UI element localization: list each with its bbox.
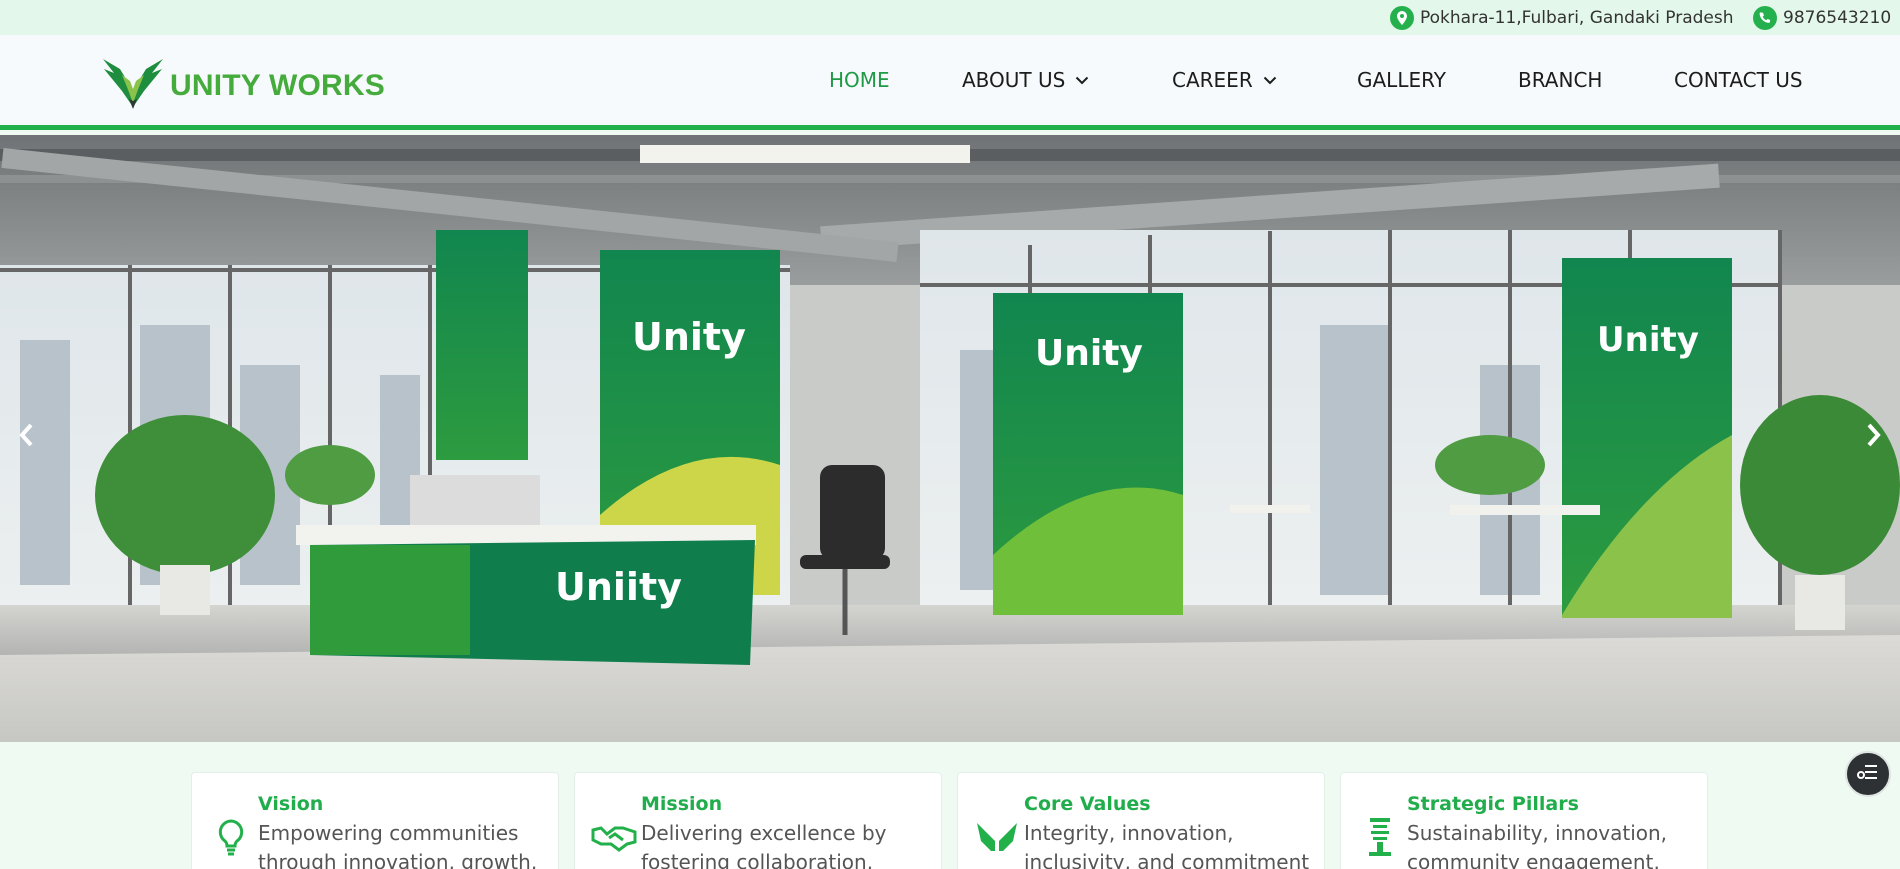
card-core-values: Core Values Integrity, innovation, inclu… bbox=[957, 772, 1325, 869]
accessibility-menu-button[interactable] bbox=[1845, 751, 1891, 797]
location-pin-icon bbox=[1390, 5, 1414, 30]
card-description: Integrity, innovation, inclusivity, and … bbox=[1024, 821, 1310, 869]
nav-gallery[interactable]: GALLERY bbox=[1357, 35, 1446, 125]
pillar-icon bbox=[1355, 815, 1405, 859]
card-title: Mission bbox=[641, 793, 723, 815]
nav-gallery-label: GALLERY bbox=[1357, 68, 1446, 92]
hands-icon bbox=[972, 815, 1022, 859]
address-info: Pokhara-11,Fulbari, Gandaki Pradesh bbox=[1390, 0, 1734, 35]
phone-text: 9876543210 bbox=[1783, 7, 1892, 28]
carousel-next-button[interactable] bbox=[1854, 417, 1894, 457]
lightbulb-icon bbox=[206, 815, 256, 859]
top-info-bar: Pokhara-11,Fulbari, Gandaki Pradesh 9876… bbox=[0, 0, 1900, 35]
nav-branch-label: BRANCH bbox=[1518, 68, 1603, 92]
nav-contact-us[interactable]: CONTACT US bbox=[1674, 35, 1803, 125]
address-text: Pokhara-11,Fulbari, Gandaki Pradesh bbox=[1420, 7, 1734, 28]
card-description: Sustainability, innovation, community en… bbox=[1407, 821, 1668, 869]
card-strategic-pillars: Strategic Pillars Sustainability, innova… bbox=[1340, 772, 1708, 869]
banner-text: Unity bbox=[632, 315, 746, 359]
hero-office-image bbox=[0, 135, 1900, 742]
brand-logo-link[interactable]: UNITY WORKS bbox=[100, 57, 385, 115]
chevron-down-icon bbox=[1075, 76, 1089, 85]
card-vision: Vision Empowering communities through in… bbox=[191, 772, 559, 869]
menu-settings-icon bbox=[1857, 763, 1879, 785]
wings-logo-icon bbox=[100, 57, 166, 115]
card-description: Empowering communities through innovatio… bbox=[258, 821, 538, 869]
hero-carousel: Unity Unity Unity Uniity bbox=[0, 135, 1900, 742]
nav-about-us-label: ABOUT US bbox=[962, 68, 1066, 92]
banner-text: Unity bbox=[1035, 333, 1143, 374]
brand-name: UNITY WORKS bbox=[170, 69, 385, 102]
carousel-prev-button[interactable] bbox=[6, 417, 46, 457]
nav-branch[interactable]: BRANCH bbox=[1518, 35, 1602, 125]
handshake-icon bbox=[589, 815, 639, 859]
phone-info[interactable]: 9876543210 bbox=[1753, 0, 1891, 35]
phone-icon bbox=[1753, 5, 1777, 30]
card-title: Strategic Pillars bbox=[1407, 793, 1579, 815]
card-title: Vision bbox=[258, 793, 324, 815]
main-navbar: UNITY WORKS HOME ABOUT US CAREER GALLERY… bbox=[0, 35, 1900, 130]
card-mission: Mission Delivering excellence by fosteri… bbox=[574, 772, 942, 869]
nav-home-label: HOME bbox=[829, 68, 890, 92]
nav-career-label: CAREER bbox=[1172, 68, 1253, 92]
nav-about-us[interactable]: ABOUT US bbox=[962, 35, 1089, 125]
nav-career[interactable]: CAREER bbox=[1172, 35, 1277, 125]
banner-text: Unity bbox=[1597, 320, 1699, 360]
card-title: Core Values bbox=[1024, 793, 1151, 815]
card-description: Delivering excellence by fostering colla… bbox=[641, 821, 887, 869]
nav-home[interactable]: HOME bbox=[829, 35, 890, 125]
chevron-down-icon bbox=[1263, 76, 1277, 85]
chevron-right-icon bbox=[1866, 422, 1882, 452]
nav-contact-us-label: CONTACT US bbox=[1674, 68, 1803, 92]
values-cards-section: Vision Empowering communities through in… bbox=[0, 742, 1900, 869]
banner-text: Uniity bbox=[555, 565, 682, 609]
chevron-left-icon bbox=[18, 422, 34, 452]
